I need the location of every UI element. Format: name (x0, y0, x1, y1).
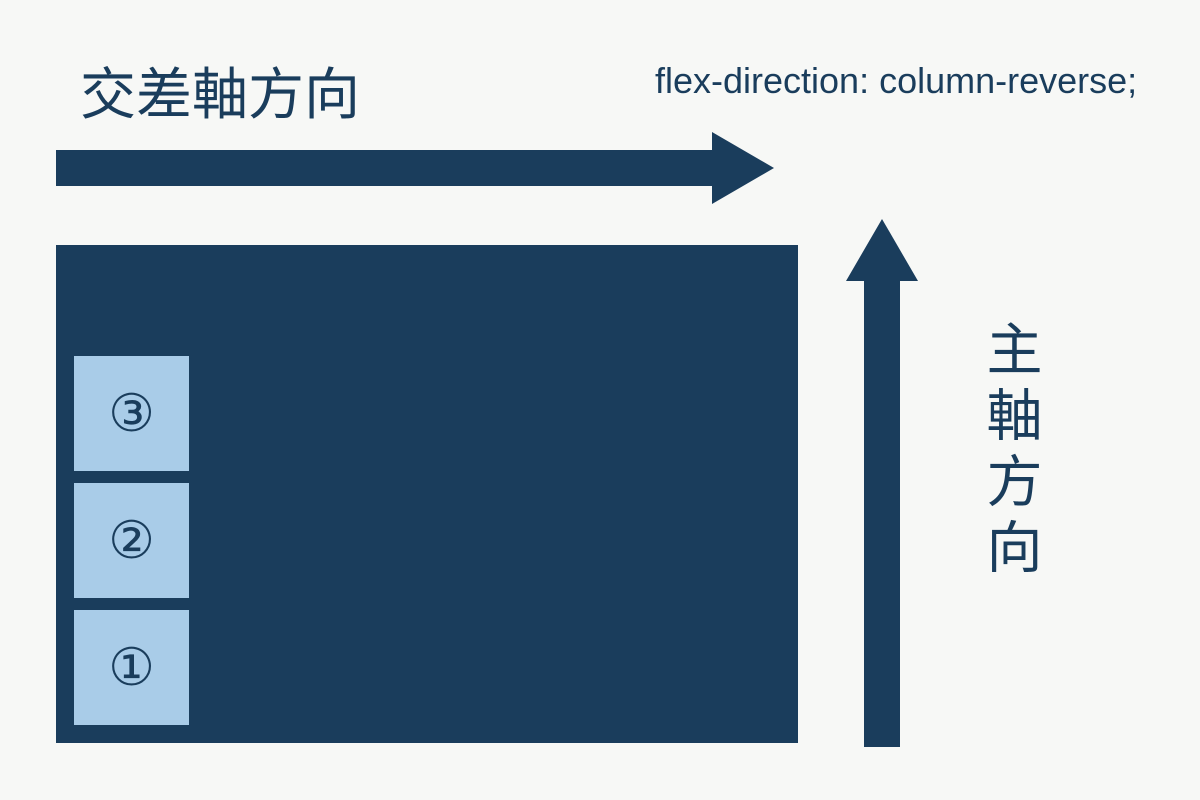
diagram-canvas: 交差軸方向 flex-direction: column-reverse; 主軸… (0, 0, 1200, 800)
flex-item-3: ③ (74, 356, 189, 471)
flex-item-2: ② (74, 483, 189, 598)
flex-item-1: ① (74, 610, 189, 725)
cross-axis-arrow-icon (56, 132, 776, 204)
main-axis-arrow-icon (846, 219, 918, 747)
css-property-label: flex-direction: column-reverse; (655, 60, 1137, 102)
cross-axis-label: 交差軸方向 (80, 50, 360, 131)
main-axis-label: 主軸方向 (970, 320, 1051, 584)
flex-container: ① ② ③ (56, 245, 798, 743)
